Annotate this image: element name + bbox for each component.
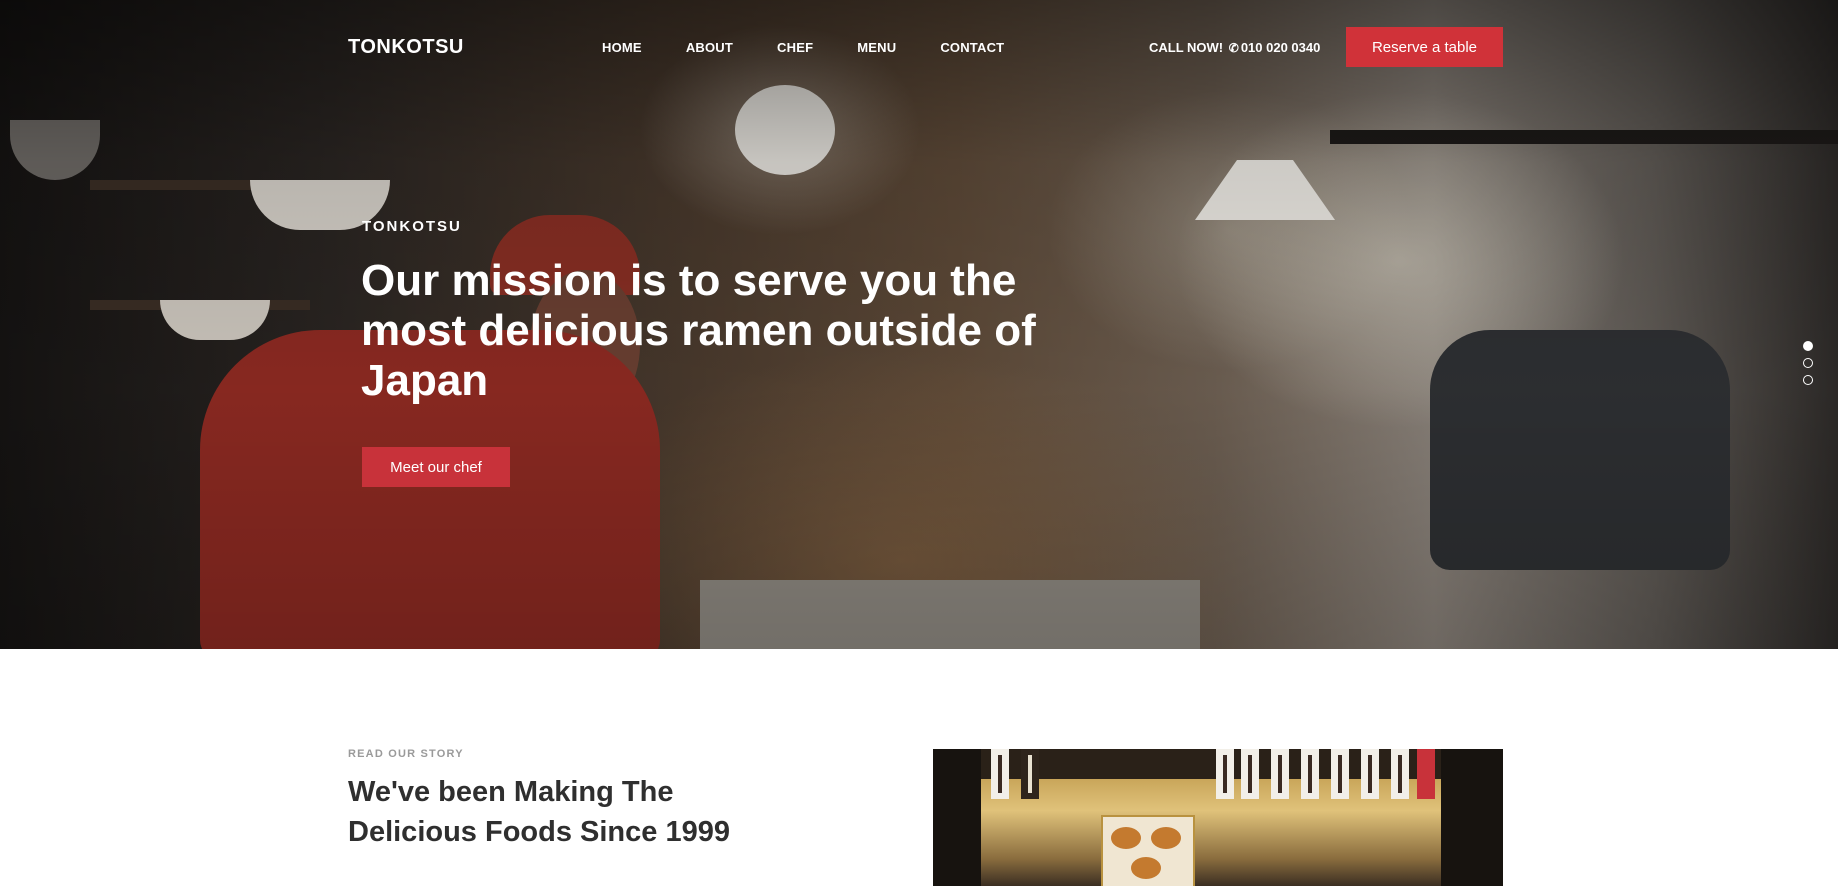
food-photo xyxy=(1131,857,1161,879)
nav-contact[interactable]: CONTACT xyxy=(940,40,1004,55)
menu-sign xyxy=(1301,749,1319,799)
slider-dot-2[interactable] xyxy=(1803,358,1813,368)
menu-sign xyxy=(1391,749,1409,799)
story-title: We've been Making The Delicious Foods Si… xyxy=(348,776,730,848)
menu-sign xyxy=(1331,749,1349,799)
reserve-table-button[interactable]: Reserve a table xyxy=(1346,27,1503,67)
stall-front xyxy=(981,749,1441,886)
menu-photo-card xyxy=(1101,815,1195,886)
hero-section: TONKOTSU Our mission is to serve you the… xyxy=(0,0,1838,649)
slider-dot-3[interactable] xyxy=(1803,375,1813,385)
food-photo xyxy=(1151,827,1181,849)
page-edge xyxy=(1838,155,1842,649)
menu-sign xyxy=(1361,749,1379,799)
call-now-label: CALL NOW! xyxy=(1149,40,1224,55)
menu-sign xyxy=(1271,749,1289,799)
phone-icon: ✆ xyxy=(1228,41,1239,55)
nav-about[interactable]: ABOUT xyxy=(686,40,733,55)
hero-title: Our mission is to serve you the most del… xyxy=(361,256,1036,405)
menu-sign xyxy=(1241,749,1259,799)
story-eyebrow: READ OUR STORY xyxy=(348,748,464,760)
menu-sign xyxy=(991,749,1009,799)
ramen-stall-image xyxy=(933,749,1503,886)
nav-home[interactable]: HOME xyxy=(602,40,642,55)
slider-dots xyxy=(1803,341,1813,392)
slider-dot-1[interactable] xyxy=(1803,341,1813,351)
menu-sign xyxy=(1021,749,1039,799)
food-photo xyxy=(1111,827,1141,849)
main-menu: HOME ABOUT CHEF MENU CONTACT xyxy=(602,40,1048,55)
menu-sign xyxy=(1216,749,1234,799)
nav-chef[interactable]: CHEF xyxy=(777,40,813,55)
top-navbar: TONKOTSU HOME ABOUT CHEF MENU CONTACT CA… xyxy=(0,0,1842,96)
phone-number: 010 020 0340 xyxy=(1240,40,1321,55)
menu-sign xyxy=(1417,749,1435,799)
meet-chef-button[interactable]: Meet our chef xyxy=(362,447,510,487)
nav-menu[interactable]: MENU xyxy=(857,40,896,55)
brand-logo[interactable]: TONKOTSU xyxy=(348,36,464,59)
call-now[interactable]: CALL NOW! ✆ 010 020 0340 xyxy=(1149,40,1320,55)
hero-eyebrow: TONKOTSU xyxy=(362,218,462,235)
